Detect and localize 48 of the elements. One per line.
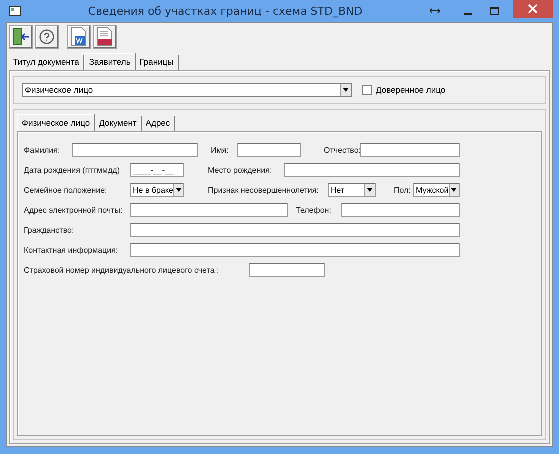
field-label: Контактная информация: [24,246,120,254]
caret-icon [343,88,349,92]
toolbar-button[interactable] [67,25,91,49]
caret-icon [176,188,182,192]
field-label: Телефон: [296,206,332,214]
window-title: Сведения об участках границ - схема STD_BND [87,4,364,18]
door-exit-icon [11,27,31,47]
input-field[interactable] [341,203,460,217]
help-icon [39,29,55,45]
input-field[interactable] [284,163,460,177]
input-field[interactable] [249,263,325,277]
toolbar-button[interactable] [35,25,59,49]
field-label: Место рождения: [208,166,274,174]
input-field[interactable] [360,143,460,157]
input-field[interactable] [130,223,460,237]
field-label: Имя: [211,146,230,154]
xml-file-icon [97,27,113,47]
applicant-type-dropdown[interactable]: Физическое лицо [22,83,352,97]
field-label: Семейное положение: [24,186,108,194]
toolbar-button[interactable] [93,25,117,49]
resize-icon[interactable] [430,8,440,14]
field-label: Отчество: [324,146,360,154]
input-field[interactable] [237,143,301,157]
checkbox-label: Доверенное лицо [376,85,446,95]
field-label: Пол: [394,186,412,194]
tab[interactable]: Физическое лицо [17,114,96,132]
input-field[interactable] [130,243,460,257]
caret-icon [451,188,458,192]
dropdown[interactable]: Нет [328,183,376,197]
field-label: Страховой номер индивидуального лицевого счета : [24,266,220,274]
tab[interactable]: Заявитель [84,53,136,71]
dropdown[interactable]: Мужской [413,183,460,197]
checkbox[interactable] [362,85,372,95]
word-document-icon [71,27,87,47]
toolbar-button[interactable] [9,25,33,49]
field-label: Признак несовершеннолетия: [208,186,320,194]
field-label: Дата рождения (ггггммдд) [24,166,121,174]
app-icon [9,6,21,16]
input-field[interactable] [130,203,288,217]
field-label: Фамилия: [24,146,62,154]
field-label: Адрес электронной почты: [24,206,124,214]
close-button[interactable] [513,0,553,18]
maximize-icon[interactable] [490,7,499,15]
caret-icon [367,188,373,192]
input-field[interactable]: ____-__-__ [130,163,184,177]
input-field[interactable] [72,143,198,157]
field-label: Гражданство: [24,226,76,234]
dropdown[interactable]: Не в браке [130,183,184,197]
